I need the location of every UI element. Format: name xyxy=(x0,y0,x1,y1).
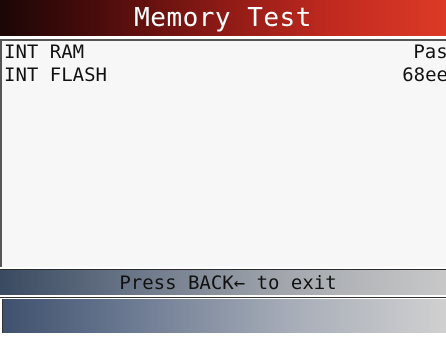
result-value: 68ee xyxy=(402,64,446,86)
results-panel: INT RAM Passed INT FLASH 68ee xyxy=(0,39,446,267)
page-title: Memory Test xyxy=(134,3,312,33)
bottom-bar-fill xyxy=(2,299,446,333)
exit-hint: Press BACK← to exit xyxy=(109,270,336,296)
bottom-bar xyxy=(0,297,446,337)
result-label: INT RAM xyxy=(4,41,85,63)
result-row-int-flash: INT FLASH 68ee xyxy=(2,64,446,87)
title-bar: Memory Test xyxy=(0,0,446,36)
memory-test-screen: Memory Test INT RAM Passed INT FLASH 68e… xyxy=(0,0,446,337)
result-label: INT FLASH xyxy=(4,64,107,86)
result-value: Passed xyxy=(413,41,446,63)
back-arrow-icon: ← xyxy=(233,272,246,294)
exit-hint-suffix: to exit xyxy=(245,272,337,294)
exit-hint-prefix: Press BACK xyxy=(119,272,234,294)
result-row-int-ram: INT RAM Passed xyxy=(2,41,446,64)
status-bar: Press BACK← to exit xyxy=(0,269,446,296)
